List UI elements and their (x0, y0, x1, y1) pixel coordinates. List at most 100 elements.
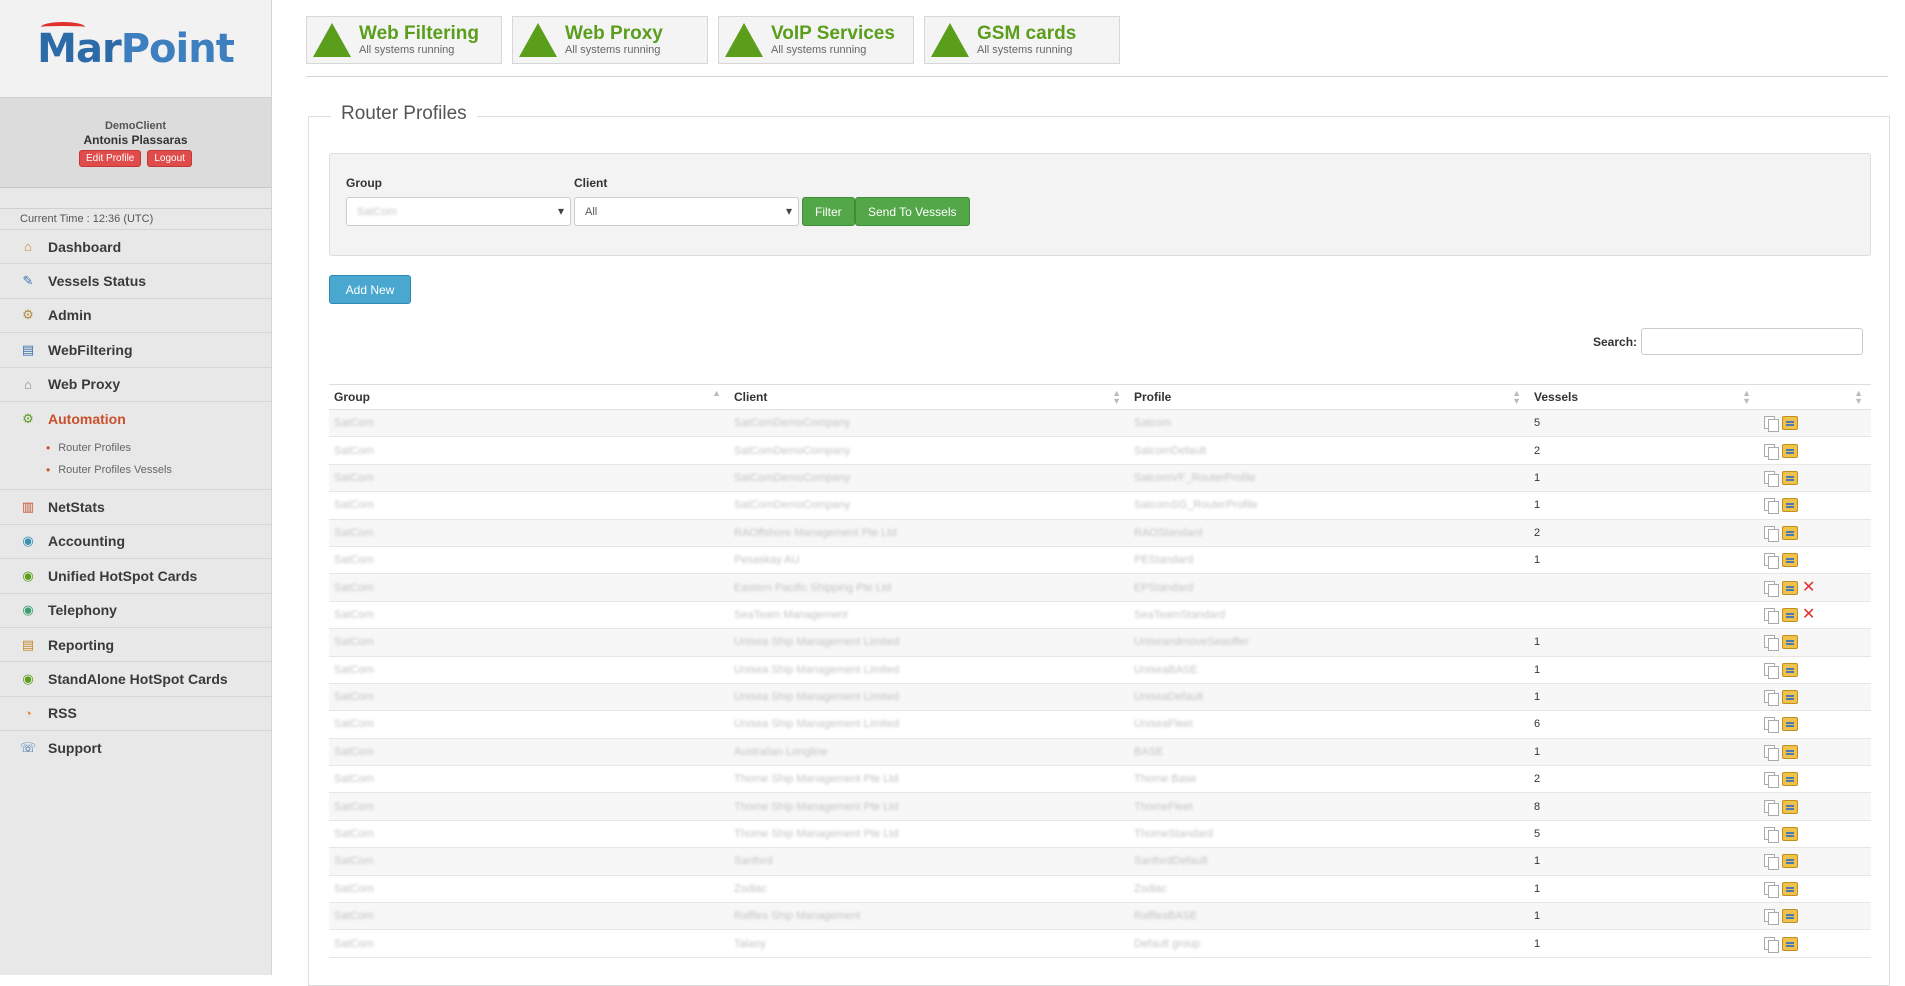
cell-vessels: 6 (1529, 710, 1759, 739)
sidebar-item-automation[interactable]: ⚙ Automation (0, 400, 271, 435)
sidebar-item-rss[interactable]: ◔ RSS (0, 695, 271, 730)
delete-icon[interactable]: ✕ (1802, 579, 1815, 595)
search-input[interactable] (1641, 328, 1863, 355)
copy-icon[interactable] (1764, 470, 1779, 487)
edit-icon[interactable] (1782, 416, 1798, 431)
logout-button[interactable]: Logout (147, 150, 192, 167)
client-select[interactable]: All (574, 197, 799, 226)
copy-icon[interactable] (1764, 717, 1779, 734)
cell-group: SatCom (329, 765, 729, 794)
sidebar-item-web-proxy[interactable]: ⌂ Web Proxy (0, 366, 271, 401)
sort-icon: ▲ ▼ (1854, 388, 1863, 406)
edit-icon[interactable] (1782, 827, 1798, 842)
edit-icon[interactable] (1782, 470, 1798, 485)
column-header-group[interactable]: Group ▲ (329, 384, 729, 410)
edit-icon[interactable] (1782, 662, 1798, 677)
cell-group: SatCom (329, 656, 729, 684)
cell-client: Pesaskay AU (729, 546, 1129, 575)
copy-icon[interactable] (1764, 553, 1779, 570)
edit-icon[interactable] (1782, 580, 1798, 595)
edit-icon[interactable] (1782, 799, 1798, 814)
sidebar-item-unified-hotspot-cards[interactable]: ◉ Unified HotSpot Cards (0, 558, 271, 592)
edit-icon[interactable] (1782, 553, 1798, 568)
edit-icon[interactable] (1782, 744, 1798, 759)
cell-actions (1759, 683, 1871, 712)
edit-icon[interactable] (1782, 772, 1798, 787)
edit-icon[interactable] (1782, 881, 1798, 896)
copy-icon[interactable] (1764, 881, 1779, 898)
edit-icon[interactable] (1782, 607, 1798, 622)
cell-group: SatCom (329, 683, 729, 712)
cell-group: SatCom (329, 464, 729, 493)
sidebar-item-reporting[interactable]: ▤ Reporting (0, 626, 271, 661)
copy-icon[interactable] (1764, 607, 1779, 624)
edit-icon[interactable] (1782, 635, 1798, 650)
column-header-client[interactable]: Client ▲ ▼ (729, 384, 1129, 410)
edit-icon[interactable] (1782, 717, 1798, 732)
copy-icon[interactable] (1764, 443, 1779, 460)
sidebar-item-support[interactable]: ☏ Support (0, 730, 271, 764)
copy-icon[interactable] (1764, 744, 1779, 761)
status-card-gsm-cards[interactable]: GSM cards All systems running (924, 16, 1120, 64)
column-header-actions[interactable]: ▲ ▼ (1759, 384, 1871, 410)
table-row: SatCom Thome Ship Management Pte Ltd Thome… (329, 765, 1871, 794)
filter-button[interactable]: Filter (802, 197, 855, 226)
add-new-button[interactable]: Add New (329, 275, 411, 304)
submenu-item-router-profiles-vessels[interactable]: Router Profiles Vessels (46, 459, 271, 481)
column-header-vessels[interactable]: Vessels ▲ ▼ (1529, 384, 1759, 410)
copy-icon[interactable] (1764, 525, 1779, 542)
copy-icon[interactable] (1764, 799, 1779, 816)
status-card-web-filtering[interactable]: Web Filtering All systems running (306, 16, 502, 64)
copy-icon[interactable] (1764, 498, 1779, 515)
column-header-profile[interactable]: Profile ▲ ▼ (1129, 384, 1529, 410)
edit-icon[interactable] (1782, 936, 1798, 951)
sidebar: MarPoint DemoClient Antonis Plassaras Ed… (0, 0, 272, 975)
copy-icon[interactable] (1764, 936, 1779, 953)
edit-icon[interactable] (1782, 854, 1798, 869)
sidebar-item-label: Vessels Status (48, 273, 147, 290)
copy-icon[interactable] (1764, 580, 1779, 597)
cell-vessels: 2 (1529, 519, 1759, 547)
edit-icon[interactable] (1782, 443, 1798, 458)
copy-icon[interactable] (1764, 854, 1779, 871)
edit-icon[interactable] (1782, 690, 1798, 705)
sidebar-item-standalone-hotspot-cards[interactable]: ◉ StandAlone HotSpot Cards (0, 661, 271, 695)
copy-icon[interactable] (1764, 690, 1779, 707)
sidebar-item-accounting[interactable]: ◉ Accounting (0, 523, 271, 558)
submenu-item-router-profiles[interactable]: Router Profiles (46, 437, 271, 459)
edit-icon[interactable] (1782, 525, 1798, 540)
copy-icon[interactable] (1764, 772, 1779, 789)
cell-vessels: 1 (1529, 875, 1759, 904)
copy-icon[interactable] (1764, 416, 1779, 433)
group-select[interactable]: SatCom (346, 197, 571, 226)
cell-actions: ✕ (1759, 601, 1871, 630)
cell-profile: SatcomSG_RouterProfile (1129, 491, 1529, 520)
copy-icon[interactable] (1764, 662, 1779, 679)
home-icon: ⌂ (24, 239, 32, 255)
sidebar-item-telephony[interactable]: ◉ Telephony (0, 592, 271, 627)
cell-client: RAOffshore Management Pte Ltd (729, 519, 1129, 547)
status-card-web-proxy[interactable]: Web Proxy All systems running (512, 16, 708, 64)
copy-icon[interactable] (1764, 827, 1779, 844)
router-profiles-table: Group ▲ Client ▲ ▼ Profile ▲ ▼ Vessels ▲ ▼ ▲ ▼ S… (329, 384, 1871, 958)
edit-icon[interactable] (1782, 498, 1798, 513)
sidebar-item-webfiltering[interactable]: ▤ WebFiltering (0, 332, 271, 366)
sidebar-item-dashboard[interactable]: ⌂ Dashboard (0, 229, 271, 263)
send-to-vessels-button[interactable]: Send To Vessels (855, 197, 970, 226)
delete-icon[interactable]: ✕ (1802, 606, 1815, 622)
edit-icon[interactable] (1782, 909, 1798, 924)
cell-actions (1759, 902, 1871, 931)
edit-profile-button[interactable]: Edit Profile (79, 150, 142, 167)
status-card-voip-services[interactable]: VoIP Services All systems running (718, 16, 914, 64)
copy-icon[interactable] (1764, 909, 1779, 926)
cell-group: SatCom (329, 628, 729, 657)
cell-vessels: 5 (1529, 820, 1759, 849)
copy-icon[interactable] (1764, 635, 1779, 652)
sidebar-item-netstats[interactable]: ▥ NetStats (0, 489, 271, 523)
marpoint-logo[interactable]: MarPoint (0, 0, 271, 98)
client-filter-label: Client (574, 176, 608, 190)
cell-profile: RafflesBASE (1129, 902, 1529, 931)
sidebar-item-vessels-status[interactable]: ✎ Vessels Status (0, 263, 271, 297)
cell-group: SatCom (329, 409, 729, 438)
sidebar-item-admin[interactable]: ⚙ Admin (0, 297, 271, 332)
